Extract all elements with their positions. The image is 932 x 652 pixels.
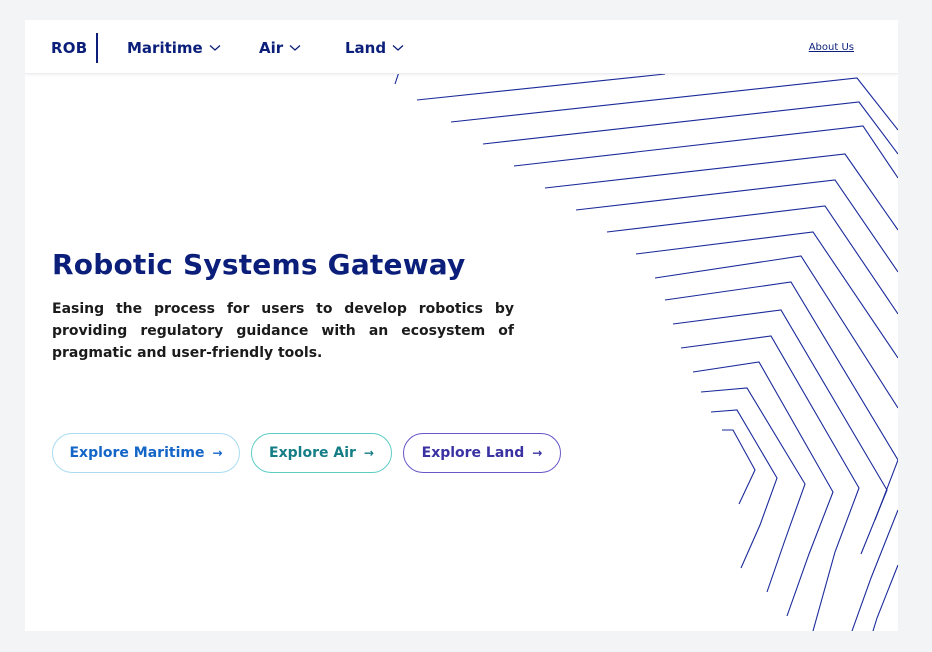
about-us-link[interactable]: About Us (809, 42, 854, 53)
button-label: Explore Maritime (69, 445, 205, 461)
explore-maritime-button[interactable]: Explore Maritime → (52, 433, 240, 473)
nav-item-label: Maritime (127, 39, 203, 57)
top-navbar: ROB Maritime Air Land About Us (25, 20, 898, 74)
hero-title: Robotic Systems Gateway (52, 248, 466, 281)
logo[interactable]: ROB (51, 39, 87, 57)
chevron-down-icon (392, 45, 404, 51)
arrow-right-icon: → (363, 446, 374, 460)
chevron-down-icon (289, 45, 301, 51)
hero-description: Easing the process for users to develop … (52, 301, 514, 361)
nav-item-maritime[interactable]: Maritime (127, 39, 221, 57)
page-frame: ROB Maritime Air Land About Us Robotic S… (25, 20, 898, 631)
nav-item-air[interactable]: Air (259, 39, 301, 57)
arrow-right-icon: → (532, 446, 543, 460)
explore-air-button[interactable]: Explore Air → (251, 433, 392, 473)
arrow-right-icon: → (212, 446, 223, 460)
nav-item-land[interactable]: Land (345, 39, 404, 57)
logo-divider (96, 33, 98, 63)
nav-item-label: Land (345, 39, 387, 57)
nav-item-label: Air (259, 39, 284, 57)
explore-land-button[interactable]: Explore Land → (403, 433, 561, 473)
chevron-down-icon (209, 45, 221, 51)
button-label: Explore Air (269, 445, 356, 461)
button-label: Explore Land (421, 445, 525, 461)
